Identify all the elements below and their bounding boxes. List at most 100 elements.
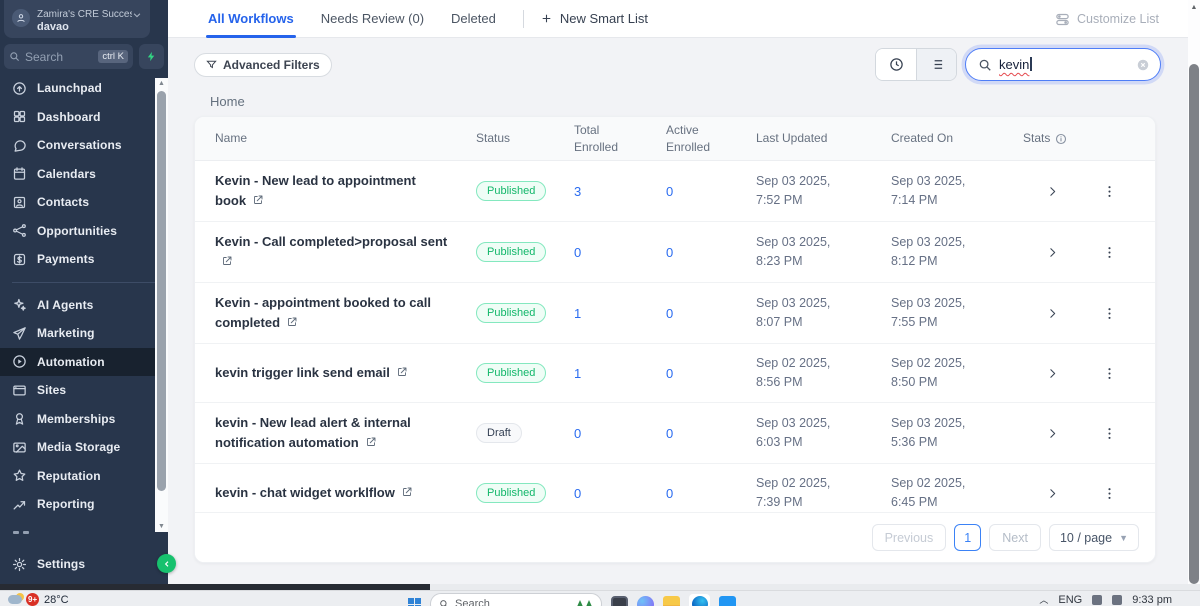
file-explorer-button[interactable] [663, 595, 680, 606]
sidebar-scrollbar[interactable]: ▲ ▼ [155, 78, 168, 532]
scroll-up-icon[interactable]: ▲ [155, 80, 168, 87]
sidebar-item-dashboard[interactable]: Dashboard [0, 103, 168, 132]
chevron-right-icon [1049, 308, 1055, 318]
current-page-button[interactable]: 1 [954, 524, 982, 551]
page-scrollbar[interactable]: ▲ [1188, 0, 1200, 584]
tab-needs-review-0-[interactable]: Needs Review (0) [321, 0, 424, 38]
launchpad-icon [12, 82, 26, 95]
active-enrolled-value[interactable]: 0 [666, 486, 756, 501]
customize-list-button[interactable]: Customize List [1055, 0, 1159, 38]
workflow-name-link[interactable]: kevin - New lead alert & internal notifi… [215, 403, 476, 463]
sidebar-item-sites[interactable]: Sites [0, 376, 168, 405]
copilot-button[interactable] [637, 595, 654, 606]
notification-badge: 9+ [26, 593, 40, 606]
status-badge: Published [476, 363, 547, 383]
sidebar-item-automation[interactable]: Automation [0, 347, 168, 376]
scroll-up-icon[interactable]: ▲ [1188, 4, 1200, 11]
previous-page-button[interactable]: Previous [871, 524, 947, 551]
next-page-button[interactable]: Next [989, 524, 1041, 551]
row-menu-button[interactable] [1081, 366, 1137, 381]
sidebar-item-label: Media Storage [37, 440, 121, 455]
task-view-button[interactable] [611, 595, 628, 606]
workflow-name-link[interactable]: kevin trigger link send email [215, 353, 476, 394]
view-toggle [875, 48, 957, 81]
weather-widget[interactable]: 9+ 28°C [8, 593, 69, 606]
edge-browser-button[interactable] [689, 593, 710, 606]
app-window-button[interactable] [719, 595, 736, 606]
last-updated-value: Sep 02 2025, 8:56 PM [756, 355, 831, 389]
tab-all-workflows[interactable]: All Workflows [206, 0, 296, 38]
workflow-name-link[interactable]: Kevin - appointment booked to call compl… [215, 283, 476, 343]
sidebar-item-reporting[interactable]: Reporting [0, 490, 168, 519]
account-switcher[interactable]: Zamira's CRE Success davao [4, 0, 150, 38]
windows-start-button[interactable] [408, 597, 421, 606]
page-size-select[interactable]: 10 / page ▼ [1048, 524, 1139, 551]
reporting-icon [13, 500, 25, 510]
sidebar-item-media-storage[interactable]: Media Storage [0, 433, 168, 462]
row-menu-button[interactable] [1081, 486, 1137, 501]
list-view-button[interactable] [916, 49, 956, 80]
sidebar-search-input[interactable]: Search ctrl K [4, 44, 133, 69]
clear-search-icon[interactable] [1136, 58, 1150, 72]
expand-stats-button[interactable] [1023, 246, 1081, 259]
expand-stats-button[interactable] [1023, 185, 1081, 198]
advanced-filters-button[interactable]: Advanced Filters [194, 52, 332, 77]
sidebar-item-calendars[interactable]: Calendars [0, 160, 168, 189]
expand-stats-button[interactable] [1023, 427, 1081, 440]
clock-label[interactable]: 9:33 pm [1132, 594, 1172, 606]
total-enrolled-value[interactable]: 0 [574, 426, 666, 441]
total-enrolled-value[interactable]: 1 [574, 366, 666, 381]
row-menu-button[interactable] [1081, 426, 1137, 441]
expand-stats-button[interactable] [1023, 367, 1081, 380]
total-enrolled-value[interactable]: 1 [574, 306, 666, 321]
shortcut-badge: ctrl K [98, 50, 128, 63]
total-enrolled-value[interactable]: 0 [574, 245, 666, 260]
workflow-search-input[interactable]: kevin [965, 48, 1161, 81]
memberships-icon [15, 413, 23, 425]
language-indicator[interactable]: ENG [1058, 594, 1082, 606]
scroll-down-icon[interactable]: ▼ [155, 523, 168, 530]
active-enrolled-value[interactable]: 0 [666, 426, 756, 441]
quick-actions-button[interactable] [139, 44, 164, 69]
sidebar-item-contacts[interactable]: Contacts [0, 188, 168, 217]
active-enrolled-value[interactable]: 0 [666, 245, 756, 260]
sidebar-item-launchpad[interactable]: Launchpad [0, 74, 168, 103]
external-link-icon [397, 367, 407, 376]
active-enrolled-value[interactable]: 0 [666, 366, 756, 381]
status-badge: Published [476, 303, 547, 323]
workflows-table: Name Status Total Enrolled Active Enrolled L… [194, 116, 1156, 563]
tray-chevron-icon[interactable]: ︿ [1039, 593, 1048, 606]
volume-icon[interactable] [1112, 594, 1123, 605]
sidebar-item-label: Launchpad [37, 81, 102, 96]
row-menu-button[interactable] [1081, 184, 1137, 199]
sidebar-item-reputation[interactable]: Reputation [0, 462, 168, 491]
active-enrolled-value[interactable]: 0 [666, 306, 756, 321]
page-scrollbar-thumb[interactable] [1189, 64, 1199, 584]
taskbar-search[interactable]: Search [430, 593, 602, 606]
sidebar-scrollbar-thumb[interactable] [157, 91, 166, 491]
workflow-name-link[interactable]: kevin - chat widget worklflow [215, 473, 476, 514]
screen: Zamira's CRE Success davao Search ctrl K… [0, 0, 1200, 606]
collapse-sidebar-button[interactable] [157, 554, 176, 573]
sidebar-item-payments[interactable]: Payments [0, 245, 168, 274]
total-enrolled-value[interactable]: 0 [574, 486, 666, 501]
sidebar-item-ai-agents[interactable]: AI Agents [0, 291, 168, 320]
wifi-icon[interactable] [1092, 594, 1103, 605]
tab-deleted[interactable]: Deleted [451, 0, 496, 38]
expand-stats-button[interactable] [1023, 487, 1081, 500]
recent-view-button[interactable] [876, 49, 916, 80]
cloud-icon [8, 595, 22, 604]
active-enrolled-value[interactable]: 0 [666, 184, 756, 199]
sidebar-item-conversations[interactable]: Conversations [0, 131, 168, 160]
expand-stats-button[interactable] [1023, 307, 1081, 320]
row-menu-button[interactable] [1081, 245, 1137, 260]
new-smart-list-button[interactable]: New Smart List [540, 11, 648, 26]
sidebar-item-settings[interactable]: Settings [0, 550, 168, 579]
row-menu-button[interactable] [1081, 306, 1137, 321]
workflow-name-link[interactable]: Kevin - Call completed>proposal sent [215, 222, 476, 282]
sidebar-item-marketing[interactable]: Marketing [0, 319, 168, 348]
sidebar-item-memberships[interactable]: Memberships [0, 405, 168, 434]
sidebar-item-opportunities[interactable]: Opportunities [0, 217, 168, 246]
total-enrolled-value[interactable]: 3 [574, 184, 666, 199]
workflow-name-link[interactable]: Kevin - New lead to appointment book [215, 161, 476, 221]
